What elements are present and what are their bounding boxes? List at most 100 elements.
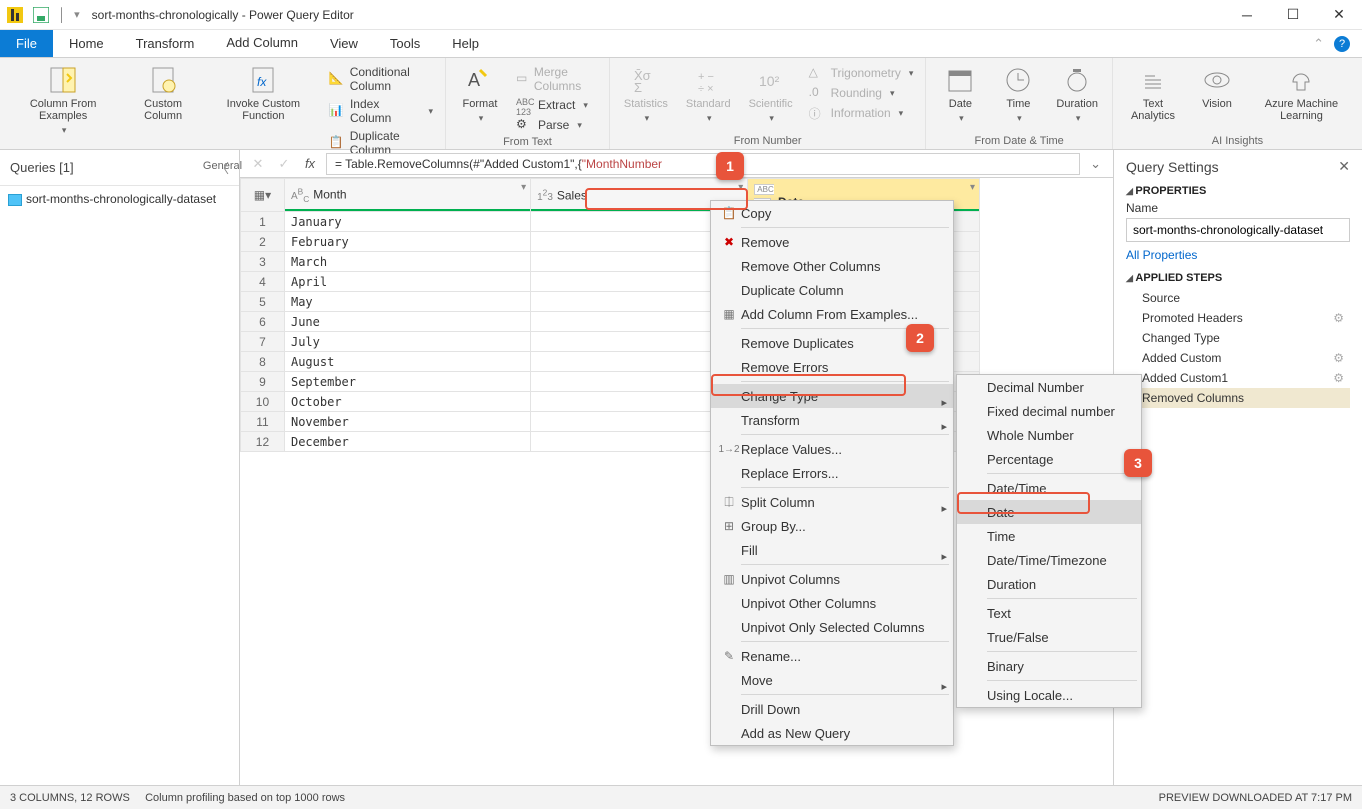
ctx-replace-values[interactable]: 1→2Replace Values... <box>711 437 953 461</box>
queries-header: Queries [1] <box>10 160 74 175</box>
ctx-unpivot-selected[interactable]: Unpivot Only Selected Columns <box>711 615 953 639</box>
tab-transform[interactable]: Transform <box>120 30 211 57</box>
ctx-move[interactable]: Move <box>711 668 953 692</box>
type-decimal[interactable]: Decimal Number <box>957 375 1141 399</box>
status-columns-rows: 3 COLUMNS, 12 ROWS <box>10 792 130 804</box>
table-icon[interactable]: ▦▾ <box>241 179 285 212</box>
column-header-month[interactable]: ABCMonth ▾ <box>284 179 530 212</box>
ctx-unpivot-other[interactable]: Unpivot Other Columns <box>711 591 953 615</box>
tab-tools[interactable]: Tools <box>374 30 436 57</box>
type-datetime-tz[interactable]: Date/Time/Timezone <box>957 548 1141 572</box>
settings-close-icon[interactable]: ✕ <box>1338 158 1350 175</box>
vision-button[interactable]: Vision <box>1191 60 1243 110</box>
query-name-input[interactable] <box>1126 218 1350 242</box>
type-time[interactable]: Time <box>957 524 1141 548</box>
type-fixed-decimal[interactable]: Fixed decimal number <box>957 399 1141 423</box>
ctx-group-by[interactable]: ⊞Group By... <box>711 514 953 538</box>
parse-button[interactable]: ⚙Parse <box>512 116 601 134</box>
svg-text:A: A <box>468 70 480 90</box>
close-button[interactable]: ✕ <box>1316 0 1362 30</box>
ctx-remove-errors[interactable]: Remove Errors <box>711 355 953 379</box>
type-binary[interactable]: Binary <box>957 654 1141 678</box>
ctx-duplicate[interactable]: Duplicate Column <box>711 278 953 302</box>
ctx-transform[interactable]: Transform <box>711 408 953 432</box>
window-title: sort-months-chronologically - Power Quer… <box>92 8 354 22</box>
ctx-unpivot[interactable]: ▥Unpivot Columns <box>711 567 953 591</box>
type-truefalse[interactable]: True/False <box>957 625 1141 649</box>
scientific-button: 10²Scientific <box>743 60 799 124</box>
formula-expand-icon[interactable]: ⌄ <box>1086 156 1105 172</box>
status-preview-time: PREVIEW DOWNLOADED AT 7:17 PM <box>1159 792 1352 804</box>
date-button[interactable]: Date <box>934 60 986 124</box>
ribbon: Column From Examples Custom Column fx In… <box>0 58 1362 150</box>
formula-input[interactable]: = Table.RemoveColumns(#"Added Custom1",{… <box>326 153 1080 175</box>
column-from-examples-button[interactable]: Column From Examples <box>8 60 118 136</box>
ribbon-collapse-icon[interactable]: ⌃ <box>1313 36 1324 52</box>
type-date[interactable]: Date <box>957 500 1141 524</box>
time-button[interactable]: Time <box>992 60 1044 124</box>
all-properties-link[interactable]: All Properties <box>1126 248 1197 262</box>
tab-view[interactable]: View <box>314 30 374 57</box>
ctx-drill-down[interactable]: Drill Down <box>711 697 953 721</box>
applied-step[interactable]: Promoted Headers⚙ <box>1126 308 1350 328</box>
formula-cancel-icon[interactable]: ✕ <box>248 156 268 172</box>
applied-step[interactable]: Changed Type <box>1126 328 1350 348</box>
name-label: Name <box>1126 201 1350 215</box>
annotation-1: 1 <box>716 152 744 180</box>
format-button[interactable]: A Format <box>454 60 506 124</box>
duration-button[interactable]: Duration <box>1050 60 1104 124</box>
properties-header: PROPERTIES <box>1126 185 1350 197</box>
filter-icon[interactable]: ▾ <box>738 182 743 193</box>
queries-pane: Queries [1] 〈 sort-months-chronologicall… <box>0 150 240 785</box>
applied-step[interactable]: Removed Columns <box>1126 388 1350 408</box>
custom-column-button[interactable]: Custom Column <box>124 60 202 122</box>
type-whole-number[interactable]: Whole Number <box>957 423 1141 447</box>
text-analytics-button[interactable]: Text Analytics <box>1121 60 1185 122</box>
ctx-split-column[interactable]: ⎅Split Column <box>711 490 953 514</box>
type-text[interactable]: Text <box>957 601 1141 625</box>
standard-button: + −÷ ×Standard <box>680 60 737 124</box>
ctx-add-from-examples[interactable]: ▦Add Column From Examples... <box>711 302 953 326</box>
applied-step[interactable]: Source <box>1126 288 1350 308</box>
type-duration[interactable]: Duration <box>957 572 1141 596</box>
conditional-column-button[interactable]: 📐Conditional Column <box>325 64 437 94</box>
ctx-fill[interactable]: Fill <box>711 538 953 562</box>
formula-accept-icon[interactable]: ✓ <box>274 156 294 172</box>
ctx-change-type[interactable]: Change Type <box>711 384 953 408</box>
tab-add-column[interactable]: Add Column <box>210 30 314 57</box>
azure-ml-button[interactable]: Azure Machine Learning <box>1249 60 1354 122</box>
type-using-locale[interactable]: Using Locale... <box>957 683 1141 707</box>
invoke-custom-function-button[interactable]: fx Invoke Custom Function <box>208 60 319 122</box>
ctx-copy[interactable]: 📋Copy <box>711 201 953 225</box>
filter-icon[interactable]: ▾ <box>970 182 975 193</box>
filter-icon[interactable]: ▾ <box>521 182 526 193</box>
extract-button[interactable]: ABC123Extract <box>512 96 601 114</box>
tab-home[interactable]: Home <box>53 30 120 57</box>
index-column-button[interactable]: 📊Index Column <box>325 96 437 126</box>
svg-text:Σ: Σ <box>634 80 642 94</box>
tab-help[interactable]: Help <box>436 30 495 57</box>
ctx-remove-other[interactable]: Remove Other Columns <box>711 254 953 278</box>
applied-step[interactable]: Added Custom1⚙ <box>1126 368 1350 388</box>
queries-collapse-icon[interactable]: 〈 <box>216 158 229 177</box>
information-button: ⓘInformation <box>805 104 918 122</box>
svg-text:fx: fx <box>257 75 267 89</box>
column-context-menu: 📋Copy ✖Remove Remove Other Columns Dupli… <box>710 200 954 746</box>
query-item[interactable]: sort-months-chronologically-dataset <box>0 186 239 212</box>
tab-file[interactable]: File <box>0 30 53 57</box>
save-icon[interactable] <box>32 6 50 24</box>
applied-step[interactable]: Added Custom⚙ <box>1126 348 1350 368</box>
type-percentage[interactable]: Percentage <box>957 447 1141 471</box>
fx-icon[interactable]: fx <box>300 156 320 171</box>
minimize-button[interactable]: ─ <box>1224 0 1270 30</box>
annotation-2: 2 <box>906 324 934 352</box>
ctx-add-new-query[interactable]: Add as New Query <box>711 721 953 745</box>
type-datetime[interactable]: Date/Time <box>957 476 1141 500</box>
ctx-remove[interactable]: ✖Remove <box>711 230 953 254</box>
ctx-rename[interactable]: ✎Rename... <box>711 644 953 668</box>
maximize-button[interactable]: ☐ <box>1270 0 1316 30</box>
ctx-replace-errors[interactable]: Replace Errors... <box>711 461 953 485</box>
help-icon[interactable]: ? <box>1334 36 1350 52</box>
applied-steps-header: APPLIED STEPS <box>1126 272 1350 284</box>
title-bar: │ ▾ sort-months-chronologically - Power … <box>0 0 1362 30</box>
